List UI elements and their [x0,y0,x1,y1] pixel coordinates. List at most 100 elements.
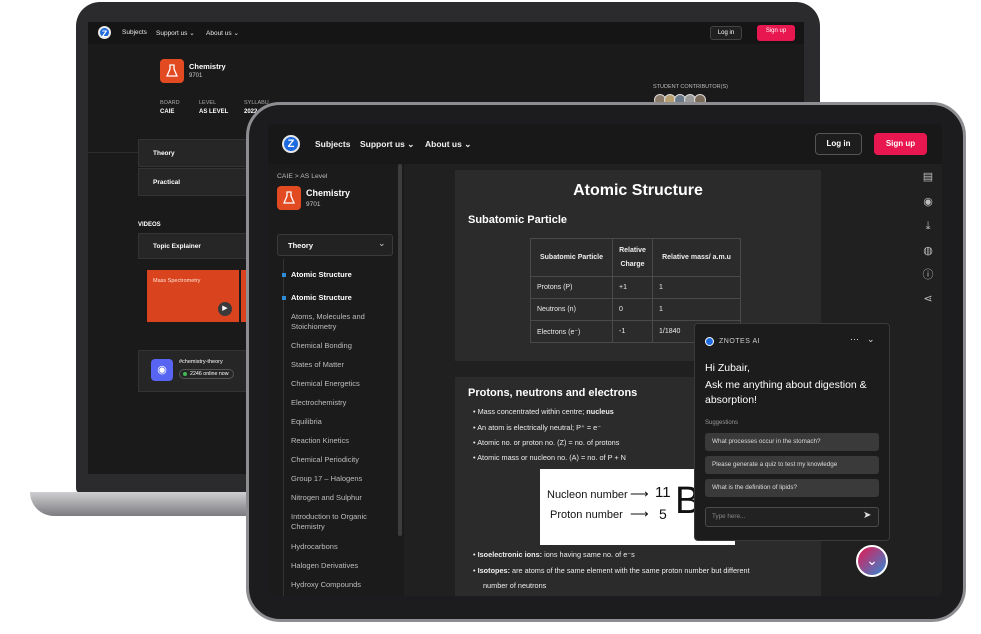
sidebar-item-nitrogen-sulphur[interactable]: Nitrogen and Sulphur [291,493,395,502]
mass-number: 11 [655,484,671,501]
section-heading: Protons, neutrons and electrons [468,387,638,399]
table-cell: 1 [652,276,741,299]
chat-prompt: Ask me anything about digestion & absorp… [705,379,867,406]
sidebar-item-atoms-molecules[interactable]: Atoms, Molecules and Stoichiometry [291,312,391,332]
board-label: BOARD [160,100,180,106]
znotes-logo[interactable]: Z [282,135,300,153]
laptop-navbar: Z Subjects Support us ⌄ About us ⌄ Log i… [88,22,804,44]
table-cell: -1 [612,320,653,343]
bullet-item: • An atom is electrically neutral; P⁺ = … [473,423,602,432]
table-header: Relative Charge [612,238,653,277]
flask-icon [277,186,301,210]
sidebar-item-electrochemistry[interactable]: Electrochemistry [291,398,395,407]
sidebar-item-chemical-energetics[interactable]: Chemical Energetics [291,379,395,388]
suggestion-chip[interactable]: What processes occur in the stomach? [705,433,879,451]
video-thumbnail[interactable]: Mass Spectrometry ▶ [147,270,239,322]
board-value: CAIE [160,109,175,115]
theory-dropdown[interactable]: Theory ⌄ [277,234,393,256]
suggestion-chip[interactable]: What is the definition of lipids? [705,479,879,497]
chat-input-placeholder: Type here... [712,513,746,520]
right-tool-rail: ▤ ◉ ⤓ ◍ ⓘ ⋖ [918,168,938,308]
video-title: Mass Spectrometry [153,278,201,284]
bullet-item: • Isoelectronic ions: ions having same n… [473,550,635,559]
send-icon[interactable]: ➤ [863,510,871,521]
sidebar-tree-line [283,259,284,596]
notes-icon[interactable]: ▤ [921,170,935,184]
bullet-text: Atomic mass or nucleon no. (A) = no. of … [477,453,626,462]
sidebar-item-halogen-derivatives[interactable]: Halogen Derivatives [291,561,395,570]
sidebar-item-reaction-kinetics[interactable]: Reaction Kinetics [291,436,395,445]
arrow-right-icon: ⟶ [630,506,649,521]
nav-about-link[interactable]: About us ⌄ [206,29,239,37]
bullet-continuation: number of neutrons [483,581,547,590]
bullet-item: • Atomic no. or proton no. (Z) = no. of … [473,438,620,447]
sidebar-item-chemical-periodicity[interactable]: Chemical Periodicity [291,455,395,464]
sidebar-item-hydroxy-compounds[interactable]: Hydroxy Compounds [291,580,395,589]
bullet-text: An atom is electrically neutral; P⁺ = e⁻ [477,423,602,432]
bullet-emphasis: Isoelectronic ions: [477,550,543,559]
breadcrumb[interactable]: CAIE > AS Level [277,173,327,180]
sidebar-scrollbar[interactable] [398,164,402,536]
arrow-right-icon: ⟶ [630,486,649,501]
table-cell: Electrons (e⁻) [530,320,613,343]
dropdown-label: Theory [288,241,314,250]
znotes-logo[interactable]: Z [98,26,111,39]
sidebar-item-equilibria[interactable]: Equilibria [291,417,395,426]
nav-about-link[interactable]: About us ⌄ [425,139,471,150]
page-title: Atomic Structure [573,182,703,199]
sidebar-item-group-17[interactable]: Group 17 – Halogens [291,474,395,483]
chat-input[interactable]: Type here... ➤ [705,507,879,527]
discord-card[interactable]: ◉ #chemistry-theory 2246 online now [138,350,248,392]
discord-channel: #chemistry-theory [179,359,223,365]
nav-support-link[interactable]: Support us ⌄ [360,139,414,150]
nucleon-number-label: Nucleon number [547,489,628,501]
chevron-down-icon[interactable]: ⌄ [867,334,875,345]
online-badge: 2246 online now [179,369,234,379]
level-label: LEVEL [199,100,217,106]
signup-button[interactable]: Sign up [874,133,927,155]
bullet-text: Atomic no. or proton no. (Z) = no. of pr… [477,438,620,447]
sidebar-item-states-of-matter[interactable]: States of Matter [291,360,395,369]
contributors-label: STUDENT CONTRIBUTOR(S) [653,84,728,90]
sidebar-item-organic-chemistry[interactable]: Introduction to Organic Chemistry [291,512,387,532]
sidebar-item-hydrocarbons[interactable]: Hydrocarbons [291,542,395,551]
login-button[interactable]: Log in [815,133,862,155]
section-heading: Subatomic Particle [468,214,568,226]
bullet-emphasis: nucleus [586,407,614,416]
nav-support-link[interactable]: Support us ⌄ [156,29,195,37]
ai-chat-panel: ZNOTES AI ⋯ ⌄ Hi Zubair, Ask me anything… [694,323,890,541]
znotes-ai-logo [705,337,714,346]
table-cell: Protons (P) [530,276,613,299]
subject-code: 9701 [189,73,203,79]
chat-bubbles-icon[interactable]: ◍ [921,244,935,258]
share-icon[interactable]: ⋖ [921,292,935,306]
ai-chat-toggle-button[interactable]: ⌄ [856,545,888,577]
table-cell: 1 [652,298,741,321]
suggestions-label: Suggestions [705,420,739,426]
info-icon[interactable]: ⓘ [921,268,935,282]
login-button[interactable]: Log in [710,26,742,40]
nav-subjects-link[interactable]: Subjects [315,139,350,149]
table-row: Protons (P) +1 1 [530,276,741,299]
bullet-item: • Isotopes: are atoms of the same elemen… [473,566,750,575]
tablet-navbar: Z Subjects Support us ⌄ About us ⌄ Log i… [268,124,942,164]
subject-name: Chemistry [189,62,226,71]
download-icon[interactable]: ⤓ [921,219,935,233]
sidebar-item-atomic-structure[interactable]: Atomic Structure [291,270,395,279]
table-cell: Neutrons (n) [530,298,613,321]
nav-subjects-link[interactable]: Subjects [122,29,147,36]
bullet-emphasis: Isotopes: [477,566,511,575]
sidebar-item-atomic-structure-sub[interactable]: Atomic Structure [291,293,395,302]
suggestion-chip[interactable]: Please generate a quiz to test my knowle… [705,456,879,474]
sidebar-item-chemical-bonding[interactable]: Chemical Bonding [291,341,395,350]
subject-name: Chemistry [306,188,351,198]
discord-icon[interactable]: ◉ [921,195,935,209]
play-icon[interactable]: ▶ [218,302,232,316]
bullet-item: • Mass concentrated within centre; nucle… [473,407,614,416]
proton-number-label: Proton number [550,509,623,521]
chevron-down-icon: ⌄ [378,238,386,248]
bullet-text: ions having same no. of e⁻s [542,550,635,559]
signup-button[interactable]: Sign up [757,25,795,41]
online-count: 2246 online now [190,371,229,377]
more-options-icon[interactable]: ⋯ [850,334,859,345]
